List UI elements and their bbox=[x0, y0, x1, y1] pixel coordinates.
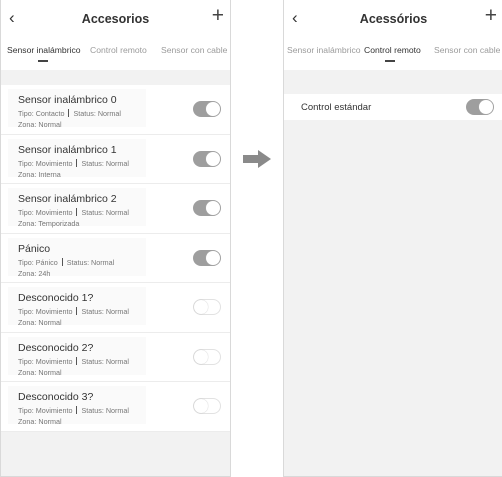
separator bbox=[76, 158, 78, 167]
accessory-name: Desconocido 1? bbox=[18, 292, 94, 304]
header: ‹ Acessórios + Sensor inalámbrico Contro… bbox=[284, 0, 502, 70]
toggle-knob bbox=[206, 201, 220, 215]
accessory-type-status: Tipo: Movimiento Status: Normal bbox=[18, 406, 129, 415]
tab-remote-control[interactable]: Control remoto bbox=[364, 45, 421, 55]
accessory-row[interactable]: Sensor inalámbrico 0 Tipo: Contacto Status… bbox=[1, 85, 230, 135]
accessory-name: Pánico bbox=[18, 242, 51, 255]
accessory-zone: Zona: Normal bbox=[18, 318, 62, 327]
right-screen: ‹ Acessórios + Sensor inalámbrico Contro… bbox=[283, 0, 502, 477]
tab-bar: Sensor inalámbrico Control remoto Sensor… bbox=[1, 45, 230, 67]
accessory-name: Sensor inalámbrico 0 bbox=[18, 94, 117, 106]
accessory-zone: Zona: Normal bbox=[18, 367, 62, 377]
toggle-knob bbox=[206, 151, 220, 166]
accessory-zone: Zona: Temporizada bbox=[18, 219, 80, 228]
accessory-type-status: Tipo: Pánico Status: Normal bbox=[18, 257, 115, 267]
accessory-status: Status: Normal bbox=[81, 307, 130, 316]
separator bbox=[68, 109, 70, 117]
accessory-toggle[interactable] bbox=[193, 348, 221, 365]
accessory-type-status: Tipo: Movimiento Status: Normal bbox=[18, 158, 130, 168]
accessory-status: Status: Normal bbox=[81, 356, 130, 366]
accessory-type-status: Tipo: Contacto Status: Normal bbox=[18, 109, 121, 118]
add-icon[interactable]: + bbox=[212, 5, 224, 27]
separator bbox=[76, 208, 78, 216]
accessory-type: Tipo: Movimiento bbox=[18, 406, 73, 415]
accessory-list: Sensor inalámbrico 0 Tipo: Contacto Status… bbox=[1, 85, 230, 432]
accessory-type: Tipo: Movimiento bbox=[18, 356, 73, 366]
tab-wired-sensor[interactable]: Sensor con cable bbox=[161, 45, 227, 55]
tab-remote-control[interactable]: Control remoto bbox=[90, 45, 147, 55]
accessory-row[interactable]: Desconocido 1? Tipo: Movimiento Status: No… bbox=[1, 283, 230, 333]
accessory-type: Tipo: Movimiento bbox=[18, 158, 73, 168]
accessory-type: Tipo: Movimiento bbox=[18, 307, 73, 316]
separator bbox=[61, 257, 63, 266]
accessory-type-status: Tipo: Movimiento Status: Normal bbox=[18, 356, 130, 366]
toggle-knob bbox=[206, 250, 220, 265]
tab-wireless-sensor[interactable]: Sensor inalámbrico bbox=[287, 45, 361, 55]
accessory-toggle[interactable] bbox=[193, 150, 221, 167]
accessory-name: Sensor inalámbrico 1 bbox=[18, 143, 117, 156]
toggle-knob bbox=[194, 399, 208, 413]
arrow-right-icon bbox=[243, 150, 271, 168]
accessory-toggle[interactable] bbox=[193, 101, 221, 117]
add-icon[interactable]: + bbox=[485, 5, 497, 27]
back-chevron-icon[interactable]: ‹ bbox=[9, 8, 15, 28]
remote-control-name: Control estándar bbox=[301, 102, 372, 113]
left-screen: ‹ Accesorios + Sensor inalámbrico Contro… bbox=[0, 0, 231, 477]
accessory-status: Status: Normal bbox=[66, 257, 115, 267]
accessory-zone: Zona: Interna bbox=[18, 169, 61, 179]
accessory-status: Status: Normal bbox=[73, 109, 122, 118]
toggle-knob bbox=[194, 300, 208, 314]
accessory-row[interactable]: Sensor inalámbrico 2 Tipo: Movimiento Stat… bbox=[1, 184, 230, 234]
tab-wireless-sensor[interactable]: Sensor inalámbrico bbox=[7, 45, 81, 55]
accessory-type-status: Tipo: Movimiento Status: Normal bbox=[18, 208, 129, 217]
accessory-name: Sensor inalámbrico 2 bbox=[18, 193, 117, 205]
accessory-type-status: Tipo: Movimiento Status: Normal bbox=[18, 307, 129, 316]
accessory-type: Tipo: Movimiento bbox=[18, 208, 73, 217]
accessory-toggle[interactable] bbox=[193, 200, 221, 216]
accessory-row[interactable]: Sensor inalámbrico 1 Tipo: Movimiento Stat… bbox=[1, 135, 230, 184]
accessory-name: Desconocido 3? bbox=[18, 391, 94, 403]
toggle-knob bbox=[479, 100, 493, 114]
accessory-name: Desconocido 2? bbox=[18, 341, 94, 354]
accessory-toggle[interactable] bbox=[193, 398, 221, 414]
back-chevron-icon[interactable]: ‹ bbox=[292, 8, 298, 28]
accessory-toggle[interactable] bbox=[193, 249, 221, 266]
separator bbox=[76, 406, 78, 414]
accessory-zone: Zona: Normal bbox=[18, 417, 62, 426]
accessory-status: Status: Normal bbox=[81, 208, 130, 217]
accessory-zone: Zona: Normal bbox=[18, 120, 62, 129]
accessory-zone: Zona: 24h bbox=[18, 268, 51, 278]
toggle-knob bbox=[206, 102, 220, 116]
page-title: Accesorios bbox=[81, 12, 150, 26]
accessory-status: Status: Normal bbox=[81, 406, 130, 415]
accessory-toggle[interactable] bbox=[193, 299, 221, 315]
separator bbox=[76, 307, 78, 315]
remote-control-list: Control estándar bbox=[284, 94, 502, 120]
tab-wired-sensor[interactable]: Sensor con cable bbox=[434, 45, 500, 55]
accessory-type: Tipo: Pánico bbox=[18, 257, 58, 267]
page-title: Acessórios bbox=[359, 12, 428, 26]
separator bbox=[76, 356, 78, 365]
active-tab-indicator bbox=[385, 60, 395, 62]
remote-control-toggle[interactable] bbox=[466, 99, 494, 115]
toggle-knob bbox=[194, 349, 208, 364]
active-tab-indicator bbox=[38, 60, 48, 62]
tab-bar: Sensor inalámbrico Control remoto Sensor… bbox=[284, 45, 502, 67]
accessory-row[interactable]: Desconocido 2? Tipo: Movimiento Status: No… bbox=[1, 333, 230, 382]
accessory-row[interactable]: Pánico Tipo: Pánico Status: Normal Zona: 24… bbox=[1, 234, 230, 283]
header: ‹ Accesorios + Sensor inalámbrico Contro… bbox=[1, 0, 230, 70]
accessory-status: Status: Normal bbox=[81, 158, 130, 168]
accessory-row[interactable]: Desconocido 3? Tipo: Movimiento Status: No… bbox=[1, 382, 230, 432]
accessory-type: Tipo: Contacto bbox=[18, 109, 65, 118]
